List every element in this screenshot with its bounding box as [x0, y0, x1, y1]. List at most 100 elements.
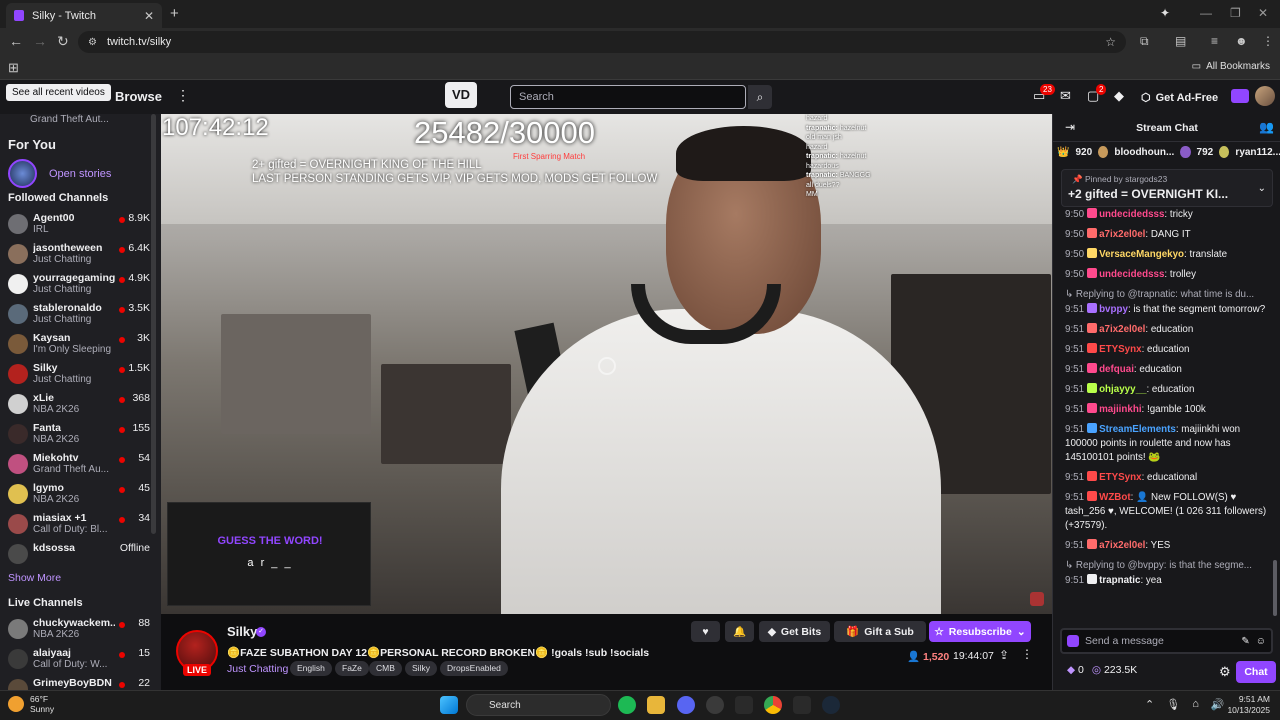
chat-username[interactable]: undecidedsss — [1099, 209, 1164, 220]
spotify-icon[interactable] — [618, 696, 636, 714]
get-ad-free-button[interactable]: ⬡ Get Ad-Free — [1141, 87, 1218, 108]
pinned-message[interactable]: 📌 Pinned by stargods23 +2 gifted = OVERN… — [1061, 169, 1273, 207]
forward-icon[interactable]: → — [33, 33, 47, 49]
back-icon[interactable]: ← — [9, 33, 23, 49]
chat-reply-context[interactable]: ↳ Replying to @trapnatic: what time is d… — [1065, 288, 1269, 302]
sidebar-channel[interactable]: Kaysan I'm Only Sleeping 3K — [8, 332, 150, 362]
user-avatar[interactable] — [1255, 86, 1275, 106]
chat-username[interactable]: defquai — [1099, 364, 1134, 375]
chat-message[interactable]: 9:51 ohjayyy__: education — [1065, 383, 1269, 397]
all-bookmarks[interactable]: ▭ All Bookmarks — [1192, 61, 1270, 72]
stream-tag[interactable]: Silky — [405, 661, 437, 676]
sidebar-channel[interactable]: Silky Just Chatting 1.5K — [8, 362, 150, 392]
stream-tag[interactable]: English — [290, 661, 332, 676]
search-icon[interactable]: ⌕ — [748, 85, 772, 109]
taskbar-search[interactable]: Search — [466, 694, 611, 716]
chrome-icon[interactable] — [764, 696, 782, 714]
chat-username[interactable]: WZBot — [1099, 492, 1131, 503]
twitch-logo-icon[interactable]: VD — [445, 82, 477, 108]
sidebar-channel[interactable]: Miekohtv Grand Theft Au... 54 — [8, 452, 150, 482]
leaderboard-name[interactable]: bloodhoun... — [1114, 147, 1174, 158]
sidebar-channel[interactable]: stableronaldo Just Chatting 3.5K — [8, 302, 150, 332]
prime-icon[interactable] — [1231, 89, 1249, 103]
new-tab-icon[interactable]: + — [170, 5, 179, 22]
community-icon[interactable]: 👥 — [1259, 120, 1274, 134]
chat-send-button[interactable]: Chat — [1236, 661, 1276, 683]
menu-icon[interactable]: ⋮ — [1262, 34, 1274, 48]
sidebar-channel[interactable]: Agent00 IRL 8.9K — [8, 212, 150, 242]
resubscribe-button[interactable]: ☆ Resubscribe ⌄ — [929, 621, 1031, 642]
show-more-link[interactable]: Show More — [8, 572, 61, 584]
channel-points[interactable]: ◎ 223.5K — [1092, 664, 1137, 676]
epic-games-icon[interactable] — [735, 696, 753, 714]
xbox-icon[interactable] — [706, 696, 724, 714]
sidebar-channel[interactable]: GrimeyBoyBDN 22 — [8, 677, 150, 690]
chat-message[interactable]: 9:50 a7ix2el0el: DANG IT — [1065, 228, 1269, 242]
chat-message[interactable]: 9:51 majiinkhi: !gamble 100k — [1065, 403, 1269, 417]
stream-tag[interactable]: FaZe — [335, 661, 369, 676]
sidebar-scrollbar[interactable] — [151, 114, 156, 534]
video-player[interactable]: 107:42:12 25482/30000 First Sparring Mat… — [161, 114, 1052, 614]
chat-settings-icon[interactable]: ⚙ — [1219, 664, 1231, 680]
follow-button[interactable]: ♥ — [691, 621, 720, 642]
system-clock[interactable]: 9:51 AM 10/13/2025 — [1226, 694, 1270, 716]
chat-username[interactable]: a7ix2el0el — [1099, 324, 1145, 335]
chat-message[interactable]: 9:51 StreamElements: majiinkhi won 100000… — [1065, 423, 1269, 465]
chat-message[interactable]: 9:51 WZBot: 👤 New FOLLOW(S) ♥ tash_256 ♥,… — [1065, 491, 1269, 533]
tray-chevron-icon[interactable]: ⌃ — [1145, 698, 1154, 711]
search-input[interactable]: Search — [510, 85, 746, 109]
chat-username[interactable]: a7ix2el0el — [1099, 229, 1145, 240]
sidebar-channel[interactable]: lgymo NBA 2K26 45 — [8, 482, 150, 512]
stream-category[interactable]: Just Chatting — [227, 663, 288, 675]
open-stories[interactable]: Open stories — [8, 159, 111, 188]
sidebar-channel[interactable]: jasontheween Just Chatting 6.4K — [8, 242, 150, 272]
chat-message[interactable]: 9:51 ETYSynx: educational — [1065, 471, 1269, 485]
chat-username[interactable]: majiinkhi — [1099, 404, 1141, 415]
chat-username[interactable]: ETYSynx — [1099, 344, 1141, 355]
reload-icon[interactable]: ↻ — [57, 33, 69, 50]
more-options-icon[interactable]: ⋮ — [1021, 647, 1033, 661]
steam-icon[interactable] — [822, 696, 840, 714]
chat-message[interactable]: 9:51 ETYSynx: education — [1065, 343, 1269, 357]
emote-picker-icon[interactable] — [1067, 635, 1079, 647]
chat-username[interactable]: ETYSynx — [1099, 472, 1141, 483]
sidebar-channel[interactable]: miasiax +1 Call of Duty: Bl... 34 — [8, 512, 150, 542]
file-explorer-icon[interactable] — [647, 696, 665, 714]
chat-username[interactable]: VersaceMangekyo — [1099, 249, 1184, 260]
bits-icon[interactable]: ◆ — [1114, 88, 1124, 104]
share-icon[interactable]: ⇪ — [999, 648, 1009, 662]
network-icon[interactable]: ⌂ — [1192, 698, 1199, 711]
magic-icon[interactable]: ✎ — [1241, 636, 1249, 647]
gift-sub-button[interactable]: 🎁 Gift a Sub — [834, 621, 926, 642]
streamer-name[interactable]: Silky — [227, 624, 257, 639]
discord-icon[interactable] — [677, 696, 695, 714]
windows-start-icon[interactable] — [440, 696, 458, 714]
get-bits-button[interactable]: ◆ Get Bits — [759, 621, 830, 642]
extensions-icon[interactable]: ⧉ — [1140, 34, 1149, 49]
chat-message[interactable]: 9:51 defquai: education — [1065, 363, 1269, 377]
sidebar-channel[interactable]: xLie NBA 2K26 368 — [8, 392, 150, 422]
chat-message[interactable]: 9:50 VersaceMangekyo: translate — [1065, 248, 1269, 262]
chat-username[interactable]: a7ix2el0el — [1099, 540, 1145, 551]
chat-reply-context[interactable]: ↳ Replying to @bvppy: is that the segme.… — [1065, 559, 1269, 573]
chat-username[interactable]: undecidedsss — [1099, 269, 1164, 280]
close-window-icon[interactable]: ✕ — [1258, 6, 1268, 20]
sidepanel-icon[interactable]: ▤ — [1175, 34, 1186, 48]
browser-tab[interactable]: Silky - Twitch ✕ — [6, 3, 162, 28]
site-info-icon[interactable]: ⚙ — [88, 37, 97, 48]
g-hub-icon[interactable] — [793, 696, 811, 714]
chat-input[interactable]: Send a message ✎ ☺ — [1060, 628, 1273, 654]
profile-icon[interactable]: ☻ — [1235, 34, 1248, 48]
chat-username[interactable]: trapnatic — [1099, 575, 1140, 586]
chat-username[interactable]: ohjayyy__ — [1099, 384, 1146, 395]
chevron-down-icon[interactable]: ⌄ — [1258, 183, 1266, 194]
notify-button[interactable]: 🔔 — [725, 621, 754, 642]
minimize-icon[interactable]: — — [1200, 6, 1212, 20]
sidebar-channel[interactable]: alaiyaaj Call of Duty: W... 15 — [8, 647, 150, 677]
microphone-icon[interactable]: 🎙 — [1166, 698, 1180, 711]
chat-message[interactable]: 9:51 a7ix2el0el: YES — [1065, 539, 1269, 553]
chat-message[interactable]: 9:51 bvppy: is that the segment tomorrow? — [1065, 303, 1269, 317]
bookmark-star-icon[interactable]: ☆ — [1105, 35, 1116, 49]
bits-balance[interactable]: ◆ 0 — [1067, 664, 1084, 676]
chat-message[interactable]: 9:51 a7ix2el0el: education — [1065, 323, 1269, 337]
